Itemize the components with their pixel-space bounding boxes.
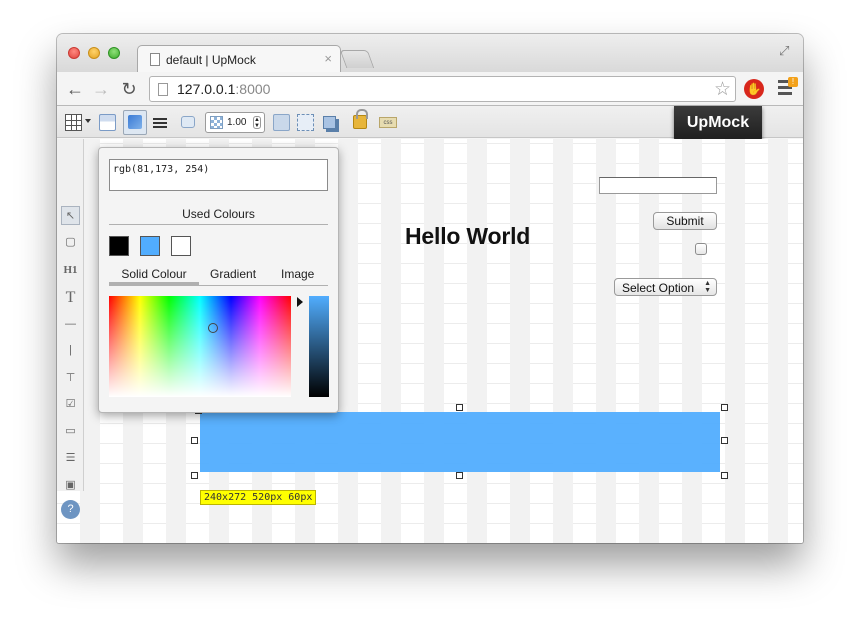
input-tool-icon[interactable]: ⊤ <box>61 369 80 388</box>
list-tool-icon[interactable]: ☰ <box>61 449 80 468</box>
tab-solid-colour[interactable]: Solid Colour <box>109 267 199 285</box>
address-bar[interactable]: 127.0.0.1:8000 ☆ <box>149 76 736 102</box>
title-bar: default | UpMock × ⤢ <box>57 34 803 73</box>
selected-rectangle[interactable] <box>200 412 720 472</box>
resize-handle-e[interactable] <box>721 437 728 444</box>
vline-tool-icon[interactable]: | <box>61 341 80 360</box>
window-close-icon[interactable] <box>68 47 80 59</box>
save-icon[interactable] <box>99 114 116 131</box>
tab-image[interactable]: Image <box>281 267 314 285</box>
opacity-stepper[interactable]: 1.00 ▲ ▼ <box>205 112 265 133</box>
image-tool-icon[interactable]: ▣ <box>61 476 80 495</box>
select-arrows-icon: ▲ ▼ <box>704 280 711 294</box>
page-icon <box>150 53 160 66</box>
chevron-down-icon[interactable] <box>85 119 91 123</box>
bring-front-icon[interactable] <box>273 114 290 131</box>
shade-slider[interactable] <box>309 296 329 397</box>
url-text: 127.0.0.1:8000 <box>177 81 270 97</box>
lock-icon[interactable] <box>353 109 368 129</box>
rectangle-tool-icon[interactable]: ▢ <box>61 233 80 252</box>
css-icon[interactable]: css <box>379 117 397 128</box>
update-badge-icon: ! <box>788 77 798 87</box>
tab-close-icon[interactable]: × <box>324 51 332 66</box>
help-icon[interactable]: ? <box>61 500 80 519</box>
resize-handle-w[interactable] <box>191 437 198 444</box>
selection-dimensions-label: 240x272 520px 60px <box>200 490 317 505</box>
submit-button[interactable]: Submit <box>653 212 717 230</box>
used-colour-swatch-white[interactable] <box>171 236 191 256</box>
fullscreen-icon[interactable]: ⤢ <box>779 44 793 58</box>
mock-checkbox[interactable] <box>695 243 707 255</box>
checkbox-tool-icon[interactable]: ☑ <box>61 395 80 414</box>
colour-spectrum[interactable] <box>109 296 291 397</box>
color-value-field[interactable]: rgb(81,173, 254) <box>109 159 328 191</box>
rounded-corner-icon[interactable] <box>181 116 195 128</box>
colour-mode-tabs: Solid Colour Gradient Image <box>109 266 328 286</box>
window-minimize-icon[interactable] <box>88 47 100 59</box>
send-back-icon[interactable] <box>297 114 314 131</box>
grid-icon[interactable] <box>65 114 82 131</box>
forward-icon[interactable]: → <box>91 79 111 99</box>
select-option-dropdown[interactable]: Select Option ▲ ▼ <box>614 278 717 296</box>
hline-tool-icon[interactable]: — <box>61 315 80 334</box>
stepper-arrows-icon[interactable]: ▲ ▼ <box>253 116 261 129</box>
used-colour-swatch-black[interactable] <box>109 236 129 256</box>
pointer-tool-icon[interactable]: ↖ <box>61 206 80 225</box>
resize-handle-se[interactable] <box>721 472 728 479</box>
bookmark-star-icon[interactable]: ☆ <box>714 78 731 101</box>
window-maximize-icon[interactable] <box>108 47 120 59</box>
stroke-icon[interactable] <box>153 118 167 128</box>
used-colour-swatch-blue[interactable] <box>140 236 160 256</box>
tab-title: default | UpMock <box>166 53 256 67</box>
browser-menu-icon[interactable]: ! <box>778 77 798 96</box>
new-tab-button[interactable] <box>339 50 375 68</box>
browser-tab[interactable]: default | UpMock × <box>137 45 341 73</box>
url-port: :8000 <box>235 81 271 97</box>
color-picker-popover: rgb(81,173, 254) Used Colours Solid Colo… <box>98 147 339 413</box>
reload-icon[interactable]: ↻ <box>119 79 139 99</box>
resize-handle-sw[interactable] <box>191 472 198 479</box>
colour-picker-cursor[interactable] <box>208 323 218 333</box>
omnibar: ← → ↻ 127.0.0.1:8000 ☆ ✋ ! <box>57 72 803 106</box>
resize-handle-s[interactable] <box>456 472 463 479</box>
used-colours-title: Used Colours <box>109 207 328 225</box>
button-tool-icon[interactable]: ▭ <box>61 422 80 441</box>
opacity-icon <box>210 116 223 129</box>
group-icon[interactable] <box>323 116 336 129</box>
select-label: Select Option <box>622 281 695 295</box>
upmock-logo: UpMock <box>674 106 762 141</box>
shade-slider-arrow-icon[interactable] <box>297 297 303 307</box>
resize-handle-n[interactable] <box>456 404 463 411</box>
document-icon <box>158 83 168 96</box>
resize-handle-ne[interactable] <box>721 404 728 411</box>
text-tool-icon[interactable]: T <box>61 288 80 307</box>
stop-extension-icon[interactable]: ✋ <box>744 79 764 99</box>
fill-color-icon[interactable] <box>123 110 147 135</box>
mock-text-input[interactable] <box>599 177 717 194</box>
heading-tool-icon[interactable]: H1 <box>61 261 80 280</box>
tool-palette: ↖ ▢ H1 T — | ⊤ ☑ ▭ ☰ ▣ <box>57 139 84 491</box>
hello-world-heading[interactable]: Hello World <box>405 223 530 250</box>
opacity-value: 1.00 <box>227 117 247 128</box>
back-icon[interactable]: ← <box>65 79 85 99</box>
tab-gradient[interactable]: Gradient <box>210 267 256 285</box>
url-host: 127.0.0.1 <box>177 81 236 97</box>
